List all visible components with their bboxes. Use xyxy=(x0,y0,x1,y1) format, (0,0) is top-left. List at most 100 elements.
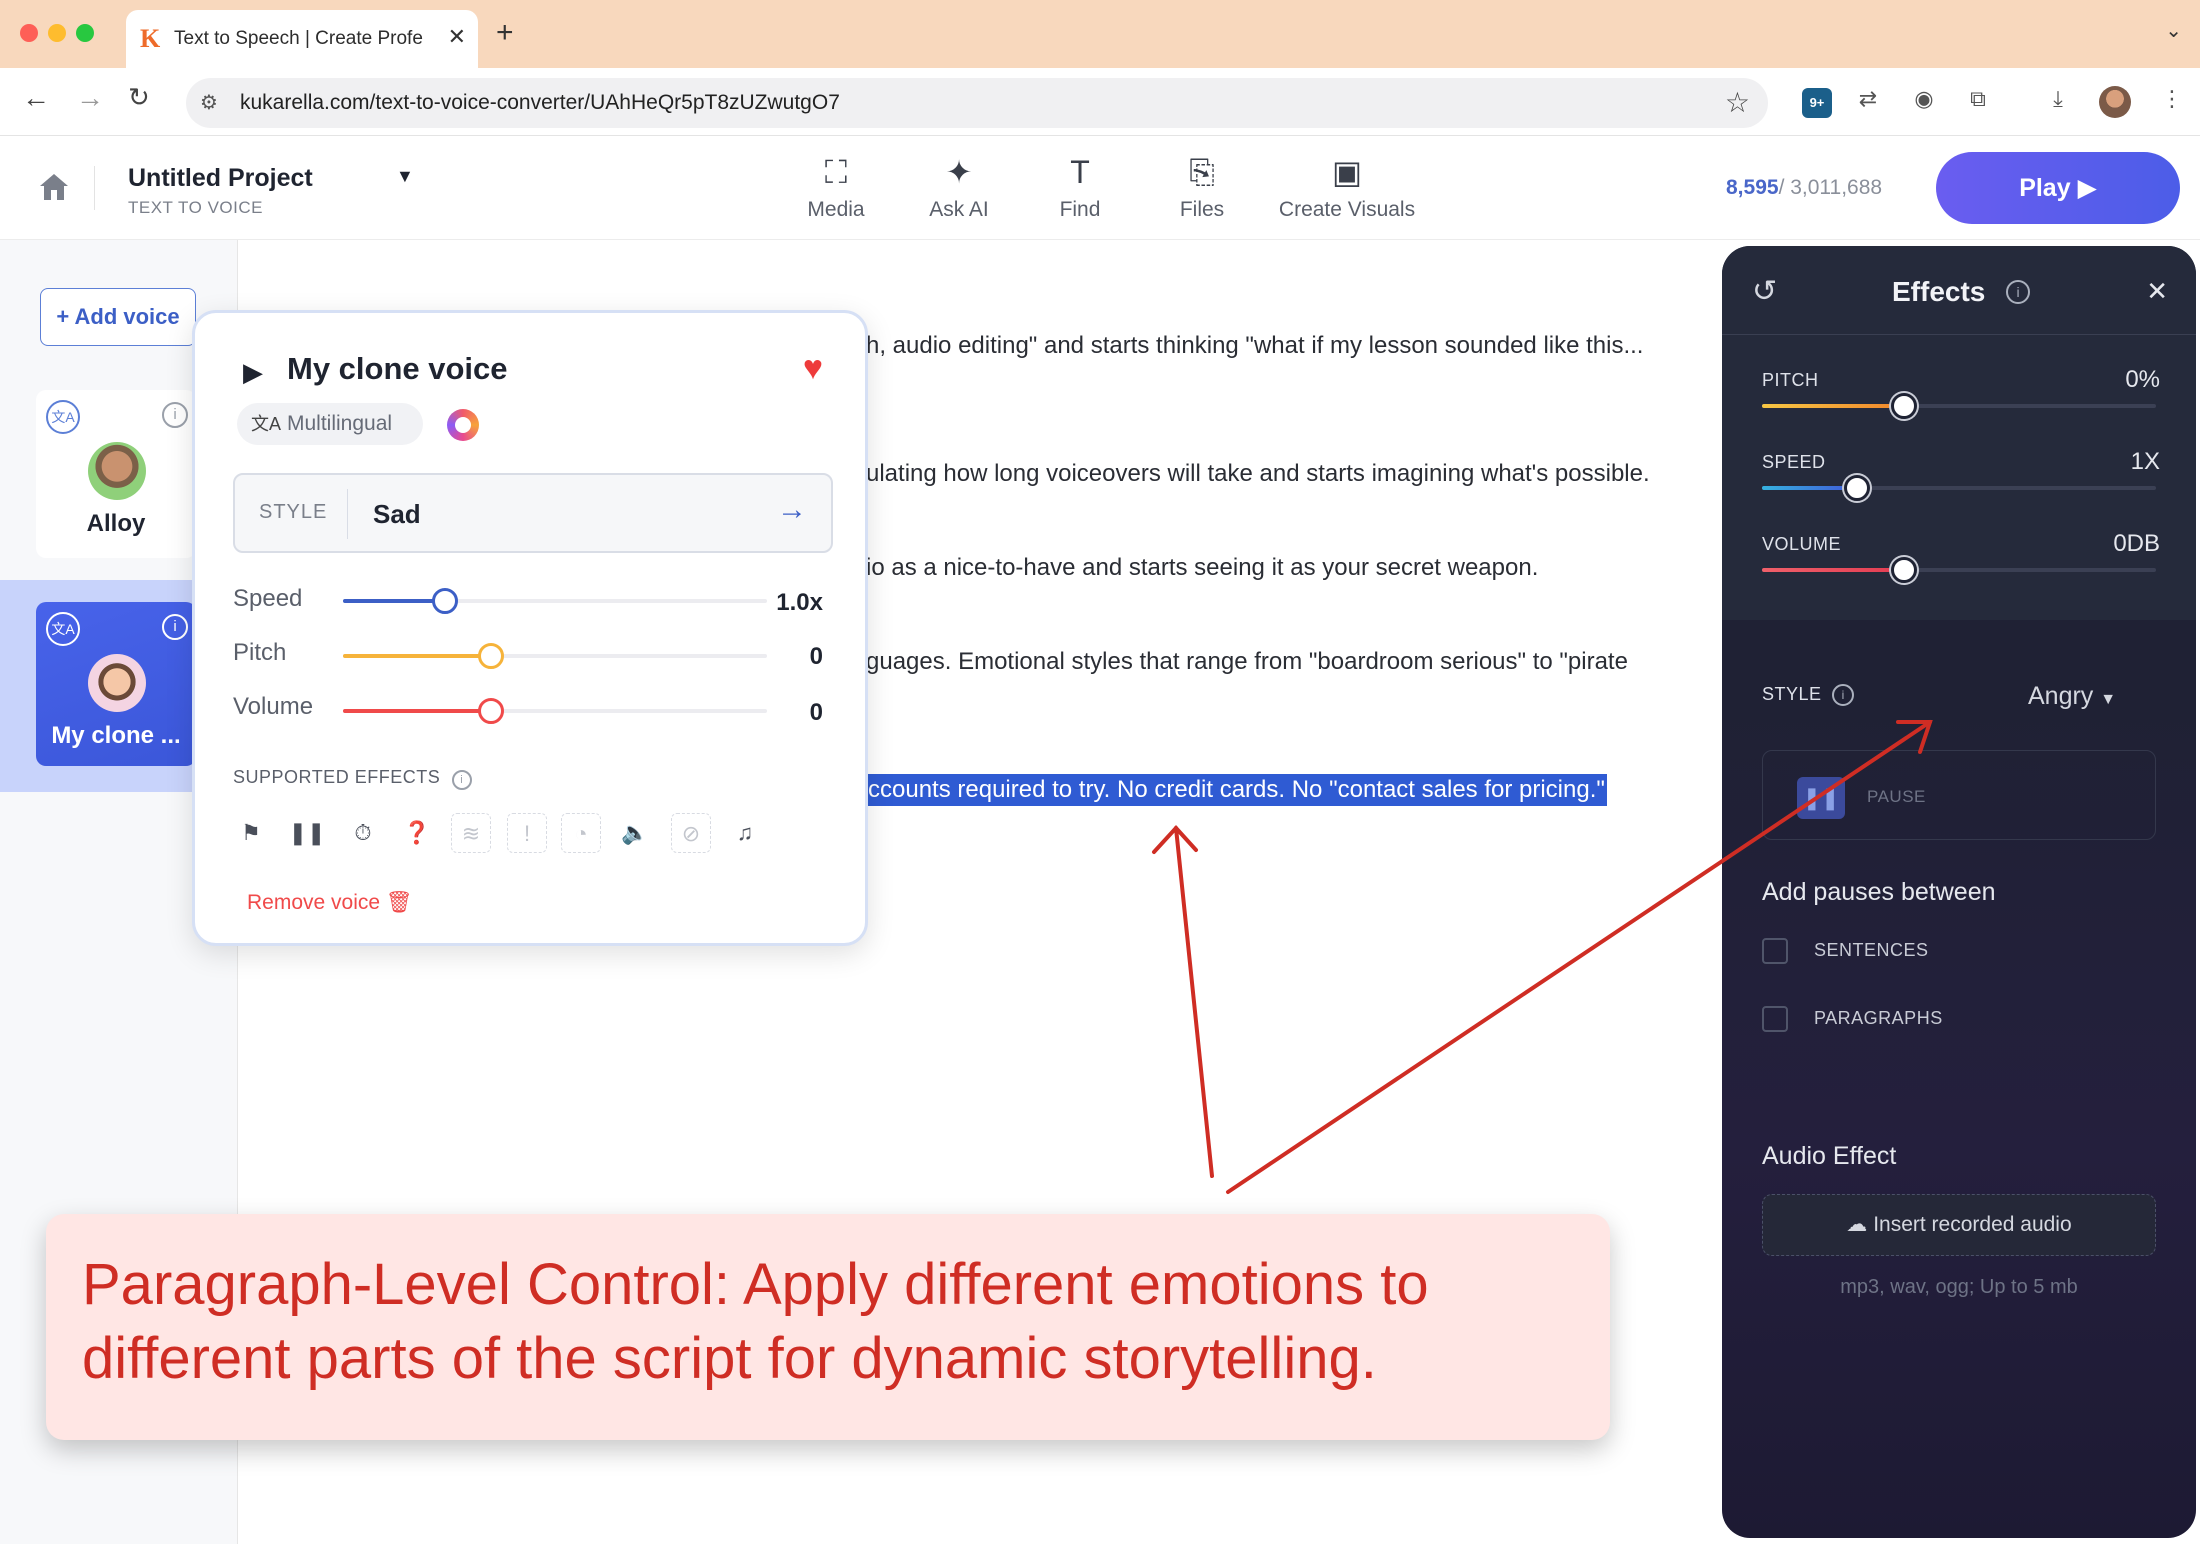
pitch-fill xyxy=(1762,404,1904,408)
ask-ai-tool[interactable]: ✦ Ask AI xyxy=(920,152,998,222)
files-tool[interactable]: ⎘ Files xyxy=(1176,152,1228,222)
speed-knob[interactable] xyxy=(1843,475,1870,501)
files-icon: ⎘ xyxy=(1189,154,1215,190)
speed-knob[interactable] xyxy=(431,588,458,614)
style-selector[interactable]: STYLE Sad → xyxy=(233,473,833,553)
media-tool[interactable]: ⛶ Media xyxy=(804,152,868,222)
remove-voice-button[interactable]: Remove voice 🗑 xyxy=(247,891,413,915)
pause-effect-card[interactable]: ❚❚ PAUSE xyxy=(1762,750,2156,840)
voice-card-my-clone[interactable]: 文A i My clone ... xyxy=(36,602,196,766)
timer-icon[interactable]: ⏱ xyxy=(343,813,383,853)
add-voice-button[interactable]: + Add voice xyxy=(40,288,196,346)
style-divider xyxy=(347,489,348,539)
volume-value: 0DB xyxy=(2113,530,2160,557)
alloy-avatar xyxy=(88,442,146,500)
arrow-right-icon[interactable]: → xyxy=(777,493,807,527)
close-tab-icon[interactable]: ✕ xyxy=(448,24,466,50)
flag-icon[interactable]: ⚑ xyxy=(231,813,271,853)
info-icon[interactable]: i xyxy=(162,402,188,428)
create-visuals-tool[interactable]: ▣ Create Visuals xyxy=(1272,152,1422,222)
favorite-heart-icon[interactable]: ♥ xyxy=(803,349,823,388)
app-header: Untitled Project TEXT TO VOICE ▼ ⛶ Media… xyxy=(0,136,2200,240)
language-icon: 文A xyxy=(46,612,80,646)
info-icon[interactable]: i xyxy=(162,614,188,640)
profile-avatar[interactable] xyxy=(2099,86,2131,118)
insert-recorded-audio-button[interactable]: ☁ Insert recorded audio xyxy=(1762,1194,2156,1256)
pitch-knob[interactable] xyxy=(1890,393,1917,419)
pitch-slider[interactable] xyxy=(1762,393,2156,419)
paragraphs-checkbox[interactable] xyxy=(1762,1006,1788,1032)
language-icon: 文A xyxy=(46,400,80,434)
volume-slider[interactable] xyxy=(1762,557,2156,583)
back-icon[interactable]: ← xyxy=(22,82,50,114)
paragraphs-label: PARAGRAPHS xyxy=(1814,1008,1943,1028)
new-tab-icon[interactable]: + xyxy=(496,16,514,50)
voice-title: My clone voice xyxy=(287,351,508,386)
url-text[interactable]: kukarella.com/text-to-voice-converter/UA… xyxy=(240,91,840,115)
extension-badge-icon[interactable]: 9+ xyxy=(1802,88,1832,118)
info-icon[interactable]: i xyxy=(451,770,472,790)
reset-icon[interactable]: ↺ xyxy=(1752,274,1777,309)
music-icon[interactable]: ♫ xyxy=(725,813,765,853)
script-line[interactable]: io as a nice-to-have and starts seeing i… xyxy=(866,554,1538,582)
close-icon[interactable]: ✕ xyxy=(2146,276,2168,307)
audio-effect-heading: Audio Effect xyxy=(1762,1142,1897,1170)
speed-slider[interactable] xyxy=(343,588,767,614)
speed-slider[interactable] xyxy=(1762,475,2156,501)
effects-panel: ↺ Effects i ✕ PITCH 0% SPEED 1X VOLUME 0… xyxy=(1722,246,2196,1538)
script-line-selected[interactable]: ccounts required to try. No credit cards… xyxy=(866,774,1607,806)
info-icon[interactable]: i xyxy=(2006,280,2030,304)
pitch-slider[interactable] xyxy=(343,643,767,669)
hearing-icon[interactable]: ❓ xyxy=(397,813,437,853)
annotation-callout: Paragraph-Level Control: Apply different… xyxy=(46,1214,1610,1440)
forward-icon[interactable]: → xyxy=(76,82,104,114)
sentences-label: SENTENCES xyxy=(1814,940,1929,960)
project-subtitle: TEXT TO VOICE xyxy=(128,198,263,217)
project-dropdown-icon[interactable]: ▼ xyxy=(396,166,414,187)
volume-slider[interactable] xyxy=(343,698,767,724)
reload-icon[interactable]: ↻ xyxy=(128,82,150,113)
mic-off-icon: ⊘ xyxy=(671,813,711,853)
script-line[interactable]: h, audio editing" and starts thinking "w… xyxy=(866,332,1643,360)
style-dropdown[interactable]: Angry ▼ xyxy=(2028,682,2116,711)
download-icon[interactable]: ⤓ xyxy=(2042,86,2074,118)
sentences-checkbox[interactable] xyxy=(1762,938,1788,964)
provider-logo-icon xyxy=(447,409,479,441)
pause-icon[interactable]: ❚❚ xyxy=(287,813,327,853)
volume-knob[interactable] xyxy=(478,698,505,724)
effects-divider xyxy=(1722,334,2196,335)
tab-search-chevron-icon[interactable]: ⌄ xyxy=(2165,18,2182,43)
speaker-icon[interactable]: 🔈 xyxy=(615,813,655,853)
speed-value: 1.0x xyxy=(776,589,823,616)
site-settings-icon[interactable]: ⚙ xyxy=(200,90,218,115)
speed-label: Speed xyxy=(233,585,303,612)
more-menu-icon[interactable]: ⋮ xyxy=(2156,86,2188,118)
alert-icon: ! xyxy=(507,813,547,853)
speed-value: 1X xyxy=(2130,448,2160,475)
script-line[interactable]: ulating how long voiceovers will take an… xyxy=(866,460,1650,488)
volume-knob[interactable] xyxy=(1890,557,1917,583)
kukarella-logo-icon: K xyxy=(140,24,161,53)
maximize-window-button[interactable] xyxy=(76,24,94,42)
browser-tab[interactable]: K Text to Speech | Create Profe ✕ xyxy=(126,10,478,68)
camera-icon[interactable]: ◉ xyxy=(1908,86,1940,118)
info-icon[interactable]: i xyxy=(1832,684,1854,706)
pitch-label: PITCH xyxy=(1762,370,1819,390)
project-title[interactable]: Untitled Project xyxy=(128,164,313,193)
address-bar[interactable]: ⚙ kukarella.com/text-to-voice-converter/… xyxy=(186,78,1768,128)
script-line[interactable]: guages. Emotional styles that range from… xyxy=(866,648,1628,676)
play-button[interactable]: Play ▶ xyxy=(1936,152,2180,224)
home-icon[interactable] xyxy=(38,172,70,202)
voice-card-alloy[interactable]: 文A i Alloy xyxy=(36,390,196,558)
bookmark-star-icon[interactable]: ☆ xyxy=(1725,86,1750,119)
preview-play-icon[interactable]: ▶ xyxy=(243,357,263,388)
extensions-puzzle-icon[interactable]: ⧉ xyxy=(1962,86,1994,118)
close-window-button[interactable] xyxy=(20,24,38,42)
minimize-window-button[interactable] xyxy=(48,24,66,42)
pitch-label: Pitch xyxy=(233,639,287,666)
media-icon: ⛶ xyxy=(824,154,848,190)
translate-icon[interactable]: ⇄ xyxy=(1852,86,1884,118)
find-tool[interactable]: T Find xyxy=(1052,152,1108,222)
dropdown-caret-icon: ▼ xyxy=(2100,691,2117,708)
pitch-knob[interactable] xyxy=(478,643,505,669)
